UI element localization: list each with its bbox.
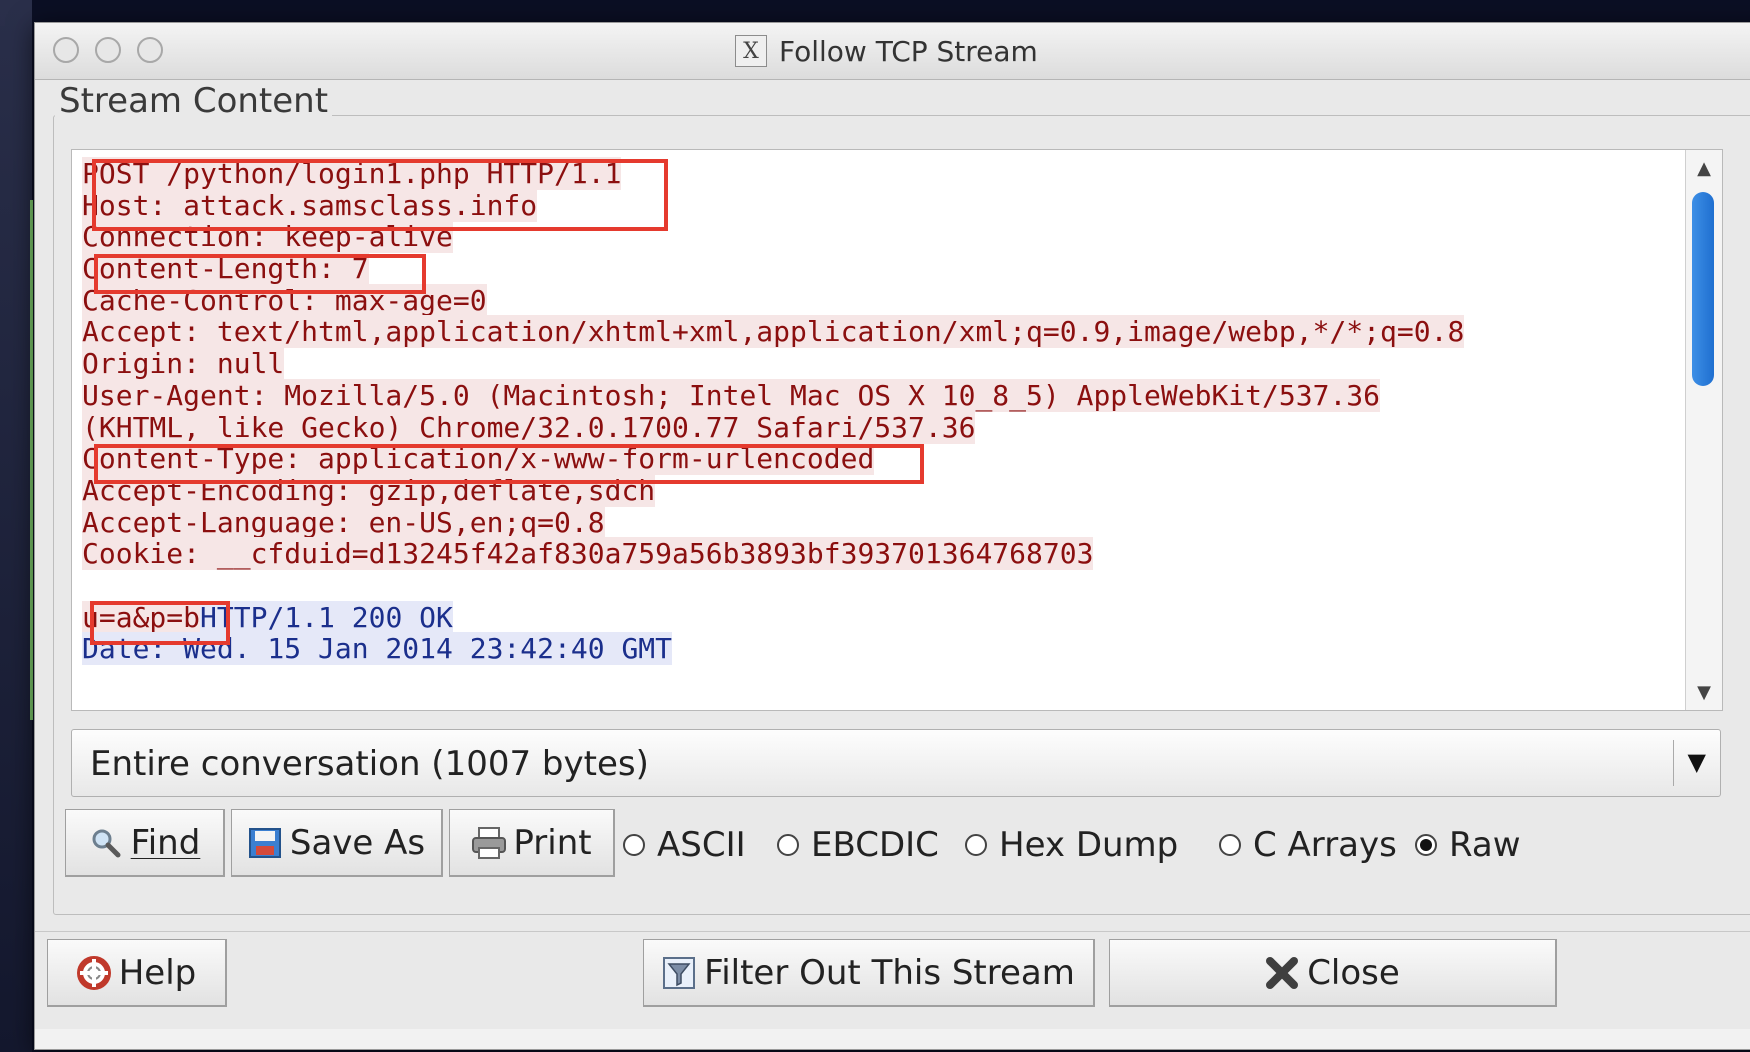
footer-divider — [35, 931, 1750, 932]
format-ebcdic-label: EBCDIC — [811, 825, 939, 865]
filter-funnel-icon — [662, 956, 696, 990]
help-button[interactable]: Help — [47, 939, 227, 1007]
stream-line: (KHTML, like Gecko) Chrome/32.0.1700.77 … — [82, 410, 1464, 444]
stream-line: Origin: null — [82, 347, 1464, 381]
conversation-select-value: Entire conversation (1007 bytes) — [90, 744, 649, 784]
dropdown-separator — [1673, 740, 1674, 786]
stream-line — [82, 570, 1464, 602]
highlight-post-host — [92, 159, 668, 231]
highlight-content-type — [94, 444, 924, 484]
stream-content-text[interactable]: POST /python/login1.php HTTP/1.1 Host: at… — [71, 149, 1723, 711]
format-radio-raw[interactable]: Raw — [1415, 825, 1521, 865]
window-title-text: Follow TCP Stream — [779, 34, 1038, 68]
title-bar[interactable]: X Follow TCP Stream — [35, 23, 1750, 80]
stream-line: Accept-Language: en-US,en;q=0.8 — [82, 505, 1464, 539]
stream-line: User-Agent: Mozilla/5.0 (Macintosh; Inte… — [82, 378, 1464, 412]
close-button-label: Close — [1307, 952, 1400, 993]
filter-out-stream-label: Filter Out This Stream — [704, 952, 1075, 993]
request-text: Accept-Language: en-US,en;q=0.8 — [82, 505, 605, 539]
request-text: User-Agent: Mozilla/5.0 (Macintosh; Inte… — [82, 378, 1381, 412]
format-radio-hex-dump[interactable]: Hex Dump — [965, 825, 1178, 865]
format-radio-c-arrays[interactable]: C Arrays — [1219, 825, 1397, 865]
request-text: (KHTML, like Gecko) Chrome/32.0.1700.77 … — [82, 410, 976, 444]
save-disk-icon — [248, 826, 282, 860]
desktop-background — [0, 0, 33, 1052]
save-as-button[interactable]: Save As — [231, 809, 443, 877]
format-hex-dump-label: Hex Dump — [999, 825, 1179, 865]
request-text: Cookie: __cfduid=d13245f42af830a759a56b3… — [82, 537, 1094, 571]
format-c-arrays-label: C Arrays — [1253, 825, 1397, 865]
chevron-down-icon[interactable]: ▼ — [1688, 748, 1706, 776]
filter-out-stream-button[interactable]: Filter Out This Stream — [643, 939, 1095, 1007]
response-text: HTTP/1.1 200 OK — [200, 600, 453, 634]
format-ascii-label: ASCII — [657, 825, 746, 865]
stream-content-legend: Stream Content — [55, 81, 333, 121]
help-button-label: Help — [118, 952, 197, 993]
stream-lines: POST /python/login1.php HTTP/1.1 Host: at… — [82, 157, 1465, 666]
stream-line: u=a&p=bHTTP/1.1 200 OK — [82, 600, 1464, 634]
printer-icon — [471, 826, 507, 860]
close-window-dot[interactable] — [53, 37, 79, 63]
save-as-button-label: Save As — [289, 822, 426, 863]
scroll-up-icon[interactable]: ▲ — [1692, 156, 1716, 180]
close-x-icon — [1265, 956, 1299, 990]
follow-tcp-stream-window: X Follow TCP Stream Stream Content POST … — [34, 22, 1750, 1050]
window-bottom-strip — [35, 1029, 1750, 1049]
find-button[interactable]: Find — [65, 809, 225, 877]
desktop-stripe — [30, 200, 33, 720]
radio-ascii-icon — [623, 834, 645, 856]
stream-line: Cookie: __cfduid=d13245f42af830a759a56b3… — [82, 537, 1464, 571]
window-title: X Follow TCP Stream — [735, 33, 1038, 69]
request-text: Accept: text/html,application/xhtml+xml,… — [82, 315, 1465, 349]
highlight-content-length — [94, 254, 426, 294]
format-radio-ascii[interactable]: ASCII — [623, 825, 746, 865]
radio-raw-icon — [1415, 834, 1437, 856]
radio-ebcdic-icon — [777, 834, 799, 856]
format-radio-ebcdic[interactable]: EBCDIC — [777, 825, 939, 865]
print-button[interactable]: Print — [449, 809, 615, 877]
scroll-down-icon[interactable]: ▼ — [1692, 680, 1716, 704]
minimize-window-dot[interactable] — [95, 37, 121, 63]
magnifier-icon — [89, 826, 123, 860]
format-raw-label: Raw — [1449, 825, 1521, 865]
highlight-post-body — [90, 601, 230, 645]
radio-c-arrays-icon — [1219, 834, 1241, 856]
zoom-window-dot[interactable] — [137, 37, 163, 63]
vertical-scrollbar[interactable]: ▲ ▼ — [1685, 150, 1722, 710]
stream-line: Accept: text/html,application/xhtml+xml,… — [82, 315, 1465, 349]
x11-app-icon: X — [735, 35, 767, 67]
request-text: Origin: null — [82, 347, 285, 381]
find-button-label: Find — [130, 822, 201, 863]
print-button-label: Print — [513, 822, 592, 863]
conversation-select[interactable]: Entire conversation (1007 bytes) ▼ — [71, 729, 1721, 797]
scroll-thumb[interactable] — [1692, 192, 1714, 386]
stream-line: Date: Wed. 15 Jan 2014 23:42:40 GMT — [82, 632, 1464, 666]
lifebuoy-icon — [76, 955, 111, 990]
close-button[interactable]: Close — [1109, 939, 1557, 1007]
radio-hex-dump-icon — [965, 834, 987, 856]
